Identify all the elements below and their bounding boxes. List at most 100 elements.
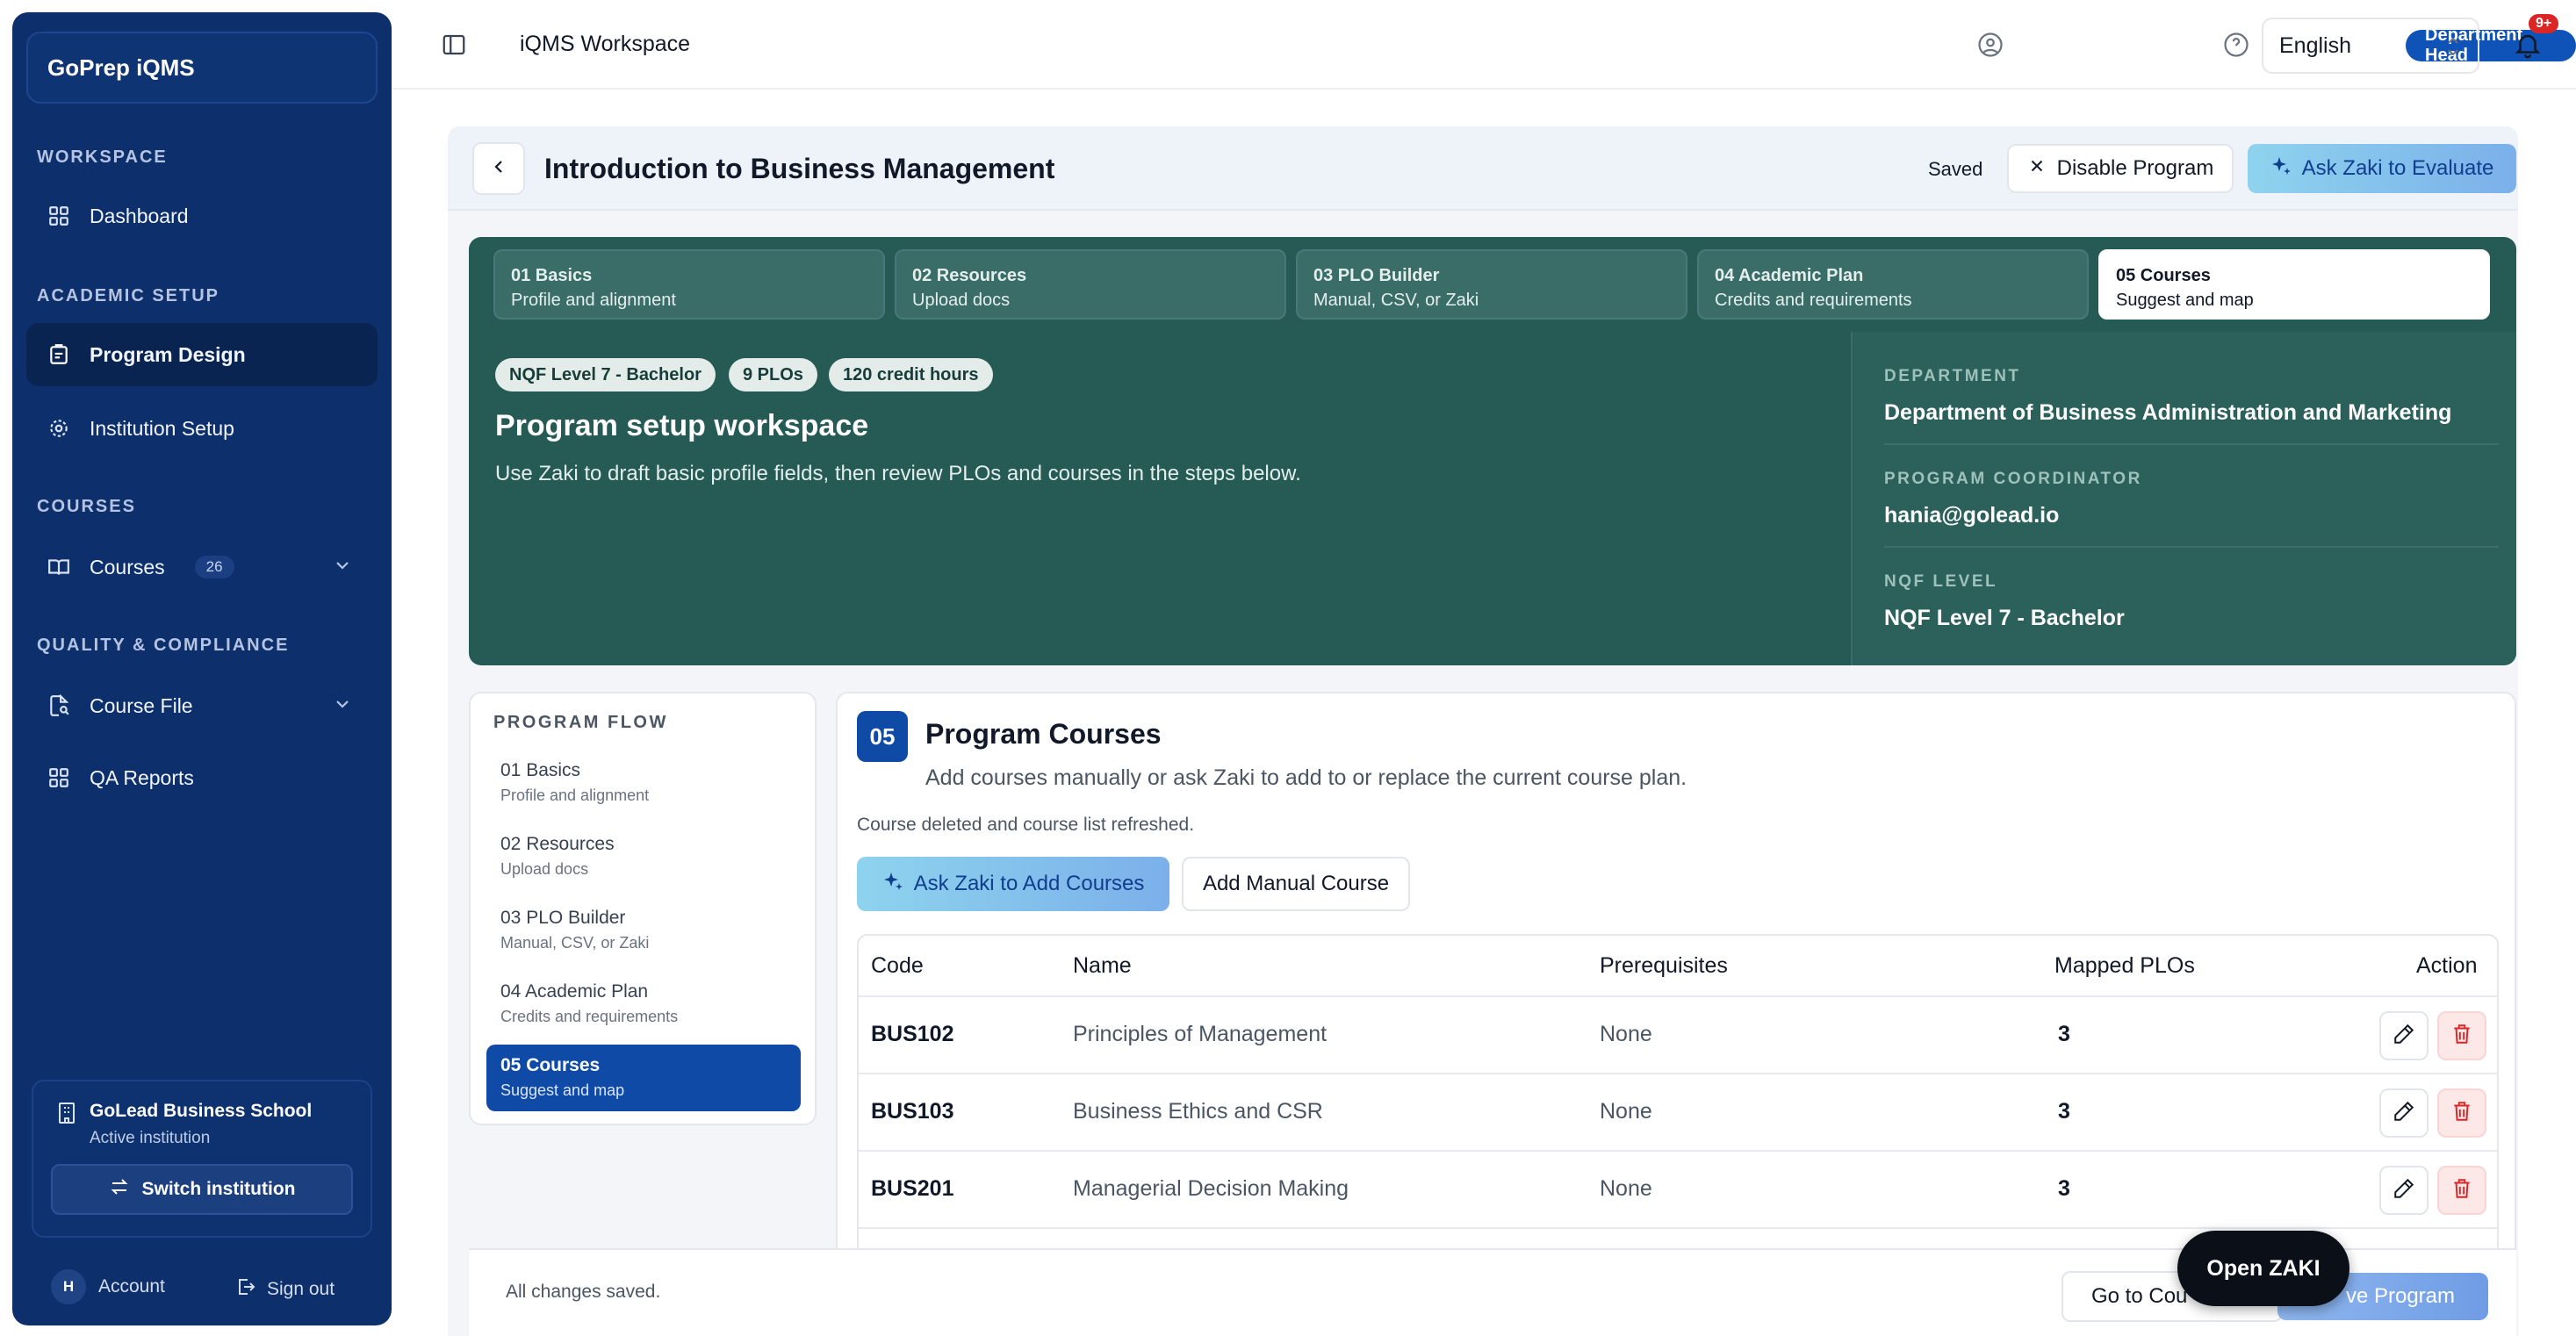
course-mapped-plos: 3 (2058, 1176, 2070, 1201)
clipboard-icon (46, 341, 72, 368)
pencil-icon (2393, 1177, 2415, 1204)
course-prerequisites: None (1600, 1022, 1652, 1046)
chevron-left-icon (488, 156, 509, 182)
tab-basics[interactable]: 01 Basics Profile and alignment (493, 249, 885, 320)
sparkle-icon (2270, 155, 2292, 183)
course-prerequisites: None (1600, 1176, 1652, 1201)
sidebar-item-label: Program Design (90, 342, 246, 366)
sidebar-item-courses[interactable]: Courses 26 (26, 535, 378, 599)
hero-title: Program setup workspace (495, 409, 869, 442)
sidebar-item-course-file[interactable]: Course File (26, 674, 378, 737)
department-detail: DEPARTMENT Department of Business Admini… (1884, 367, 2499, 445)
chevron-down-icon[interactable] (332, 693, 353, 720)
institution-card: GoLead Business School Active institutio… (32, 1080, 372, 1238)
course-name: Business Ethics and CSR (1073, 1099, 1323, 1124)
edit-course-button[interactable] (2379, 1011, 2428, 1060)
sidebar-toggle-icon[interactable] (441, 32, 467, 62)
plos-pill: 9 PLOs (729, 358, 817, 391)
flow-item-resources[interactable]: 02 Resources Upload docs (486, 823, 801, 890)
switch-institution-button[interactable]: Switch institution (51, 1164, 353, 1215)
delete-course-button[interactable] (2437, 1011, 2486, 1060)
step-title: 03 PLO Builder (1313, 266, 1440, 285)
table-row: BUS102 Principles of Management None 3 (859, 997, 2497, 1074)
page-title: Introduction to Business Management (544, 153, 1055, 184)
step-desc: Upload docs (912, 291, 1011, 310)
step-title: 04 Academic Plan (1715, 266, 1864, 285)
nqf-pill: NQF Level 7 - Bachelor (495, 358, 716, 391)
help-icon[interactable] (2223, 32, 2249, 62)
sidebar-item-institution-setup[interactable]: Institution Setup (26, 397, 378, 460)
section-quality-compliance: QUALITY & COMPLIANCE (37, 636, 290, 655)
flow-item-title: 01 Basics (500, 760, 581, 780)
program-hero: 01 Basics Profile and alignment 02 Resour… (469, 237, 2516, 665)
brand-logo[interactable]: GoPrep iQMS (26, 32, 378, 104)
sign-out-icon (235, 1276, 256, 1303)
add-manual-course-button[interactable]: Add Manual Course (1182, 857, 1410, 911)
account-label: Account (98, 1276, 165, 1296)
disable-program-button[interactable]: Disable Program (2007, 144, 2234, 193)
institution-name: GoLead Business School (90, 1101, 313, 1121)
program-details: DEPARTMENT Department of Business Admini… (1851, 332, 2516, 665)
bell-icon[interactable] (2513, 30, 2543, 64)
notification-badge: 9+ (2529, 14, 2559, 33)
program-header: Introduction to Business Management Save… (448, 126, 2518, 211)
detail-value: Department of Business Administration an… (1884, 400, 2452, 425)
sidebar-item-dashboard[interactable]: Dashboard (26, 184, 378, 248)
trash-icon (2450, 1100, 2473, 1127)
sidebar-item-label: Dashboard (90, 204, 189, 227)
course-mapped-plos: 3 (2058, 1099, 2070, 1124)
grid-icon (46, 203, 72, 229)
flow-item-plo-builder[interactable]: 03 PLO Builder Manual, CSV, or Zaki (486, 897, 801, 964)
flow-item-basics[interactable]: 01 Basics Profile and alignment (486, 750, 801, 816)
footer-status: All changes saved. (506, 1282, 661, 1302)
column-header-mapped-plos: Mapped PLOs (2054, 953, 2195, 978)
detail-value: hania@golead.io (1884, 503, 2060, 528)
course-name: Principles of Management (1073, 1022, 1328, 1046)
flow-item-title: 04 Academic Plan (500, 981, 649, 1002)
sign-out-link[interactable]: Sign out (235, 1276, 335, 1303)
ask-zaki-add-courses-button[interactable]: Ask Zaki to Add Courses (857, 857, 1169, 911)
step-title: 01 Basics (511, 266, 593, 285)
tab-academic-plan[interactable]: 04 Academic Plan Credits and requirements (1697, 249, 2089, 320)
open-zaki-button[interactable]: Open ZAKI (2177, 1231, 2349, 1306)
language-value: English (2279, 32, 2351, 58)
back-button[interactable] (472, 142, 525, 195)
avatar: H (51, 1269, 86, 1304)
table-header-row: Code Name Prerequisites Mapped PLOs Acti… (859, 936, 2497, 997)
program-flow: PROGRAM FLOW 01 Basics Profile and alignm… (469, 692, 817, 1125)
account-link[interactable]: H Account (51, 1269, 165, 1304)
flow-item-courses[interactable]: 05 Courses Suggest and map (486, 1045, 801, 1111)
nqf-level-detail: NQF LEVEL NQF Level 7 - Bachelor (1884, 572, 2499, 631)
edit-course-button[interactable] (2379, 1166, 2428, 1215)
course-prerequisites: None (1600, 1099, 1652, 1124)
courses-count-badge: 26 (194, 556, 234, 578)
delete-course-button[interactable] (2437, 1088, 2486, 1138)
tab-courses[interactable]: 05 Courses Suggest and map (2098, 249, 2490, 320)
ask-zaki-evaluate-button[interactable]: Ask Zaki to Evaluate (2248, 144, 2516, 193)
table-row: BUS103 Business Ethics and CSR None 3 (859, 1074, 2497, 1152)
courses-title: Program Courses (925, 718, 1162, 750)
book-icon (46, 554, 72, 580)
sparkle-icon (882, 871, 903, 898)
detail-key: DEPARTMENT (1884, 367, 2021, 385)
chevrons-up-down-icon (2444, 35, 2462, 64)
delete-course-button[interactable] (2437, 1166, 2486, 1215)
language-select[interactable]: English (2262, 18, 2479, 74)
tab-resources[interactable]: 02 Resources Upload docs (895, 249, 1286, 320)
column-header-prerequisites: Prerequisites (1600, 953, 1728, 978)
edit-course-button[interactable] (2379, 1088, 2428, 1138)
course-mapped-plos: 3 (2058, 1022, 2070, 1046)
column-header-name: Name (1073, 953, 1132, 978)
detail-key: PROGRAM COORDINATOR (1884, 470, 2142, 488)
building-icon (56, 1101, 77, 1130)
flow-item-title: 02 Resources (500, 834, 615, 854)
sidebar-item-program-design[interactable]: Program Design (26, 323, 378, 386)
course-code: BUS201 (871, 1176, 954, 1201)
tab-plo-builder[interactable]: 03 PLO Builder Manual, CSV, or Zaki (1296, 249, 1687, 320)
flow-item-title: 03 PLO Builder (500, 908, 626, 928)
flow-item-academic-plan[interactable]: 04 Academic Plan Credits and requirements (486, 971, 801, 1038)
sidebar-item-qa-reports[interactable]: QA Reports (26, 746, 378, 809)
chevron-down-icon[interactable] (332, 555, 353, 581)
ask-zaki-add-courses-label: Ask Zaki to Add Courses (913, 872, 1145, 895)
column-header-code: Code (871, 953, 924, 978)
